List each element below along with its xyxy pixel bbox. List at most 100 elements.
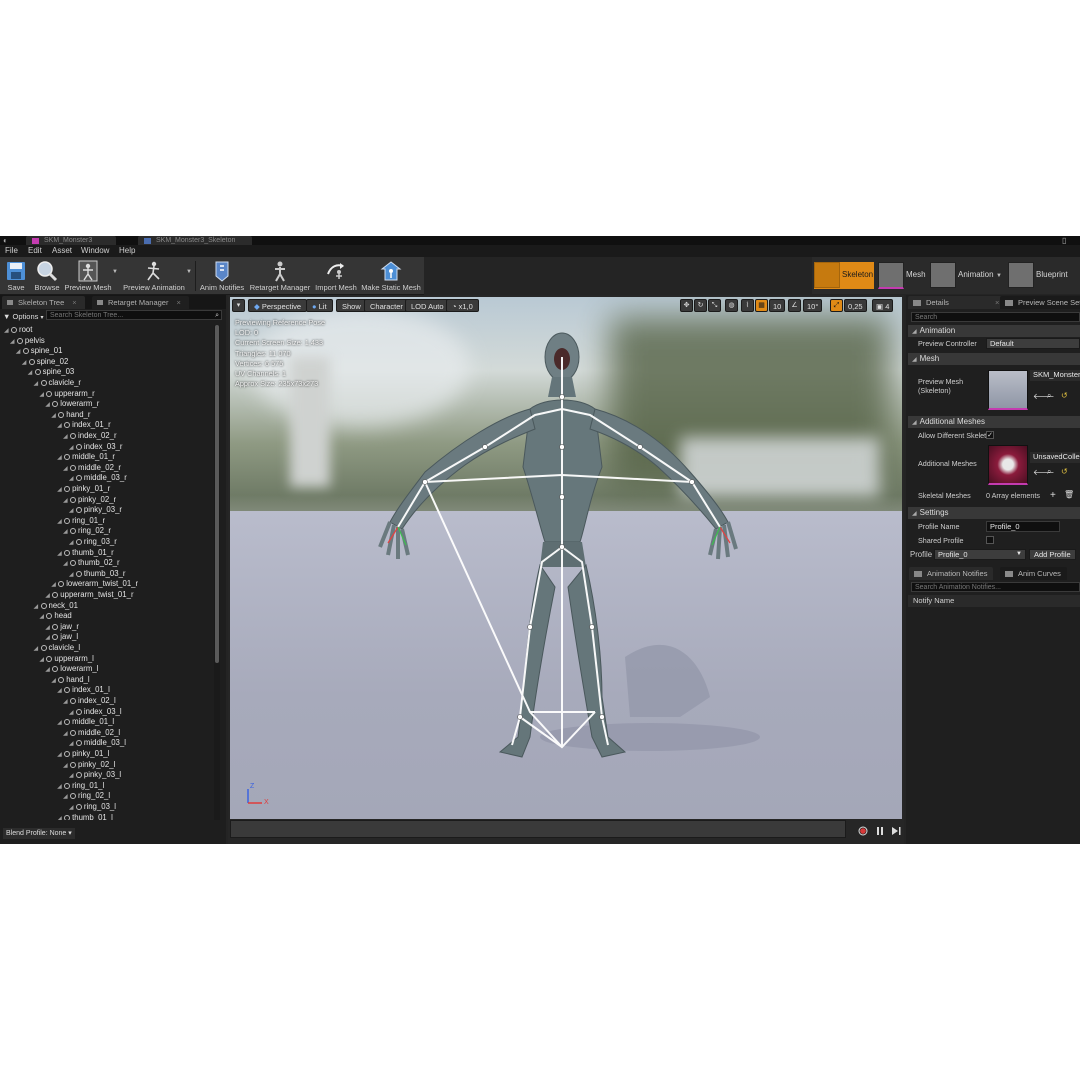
bone-row-root[interactable]: ◢ root (4, 325, 32, 336)
tab-preview-scene-settings[interactable]: Preview Scene Sett (1000, 296, 1080, 309)
tab-details[interactable]: Details × (908, 296, 1006, 309)
bone-row-ring_02_l[interactable]: ◢ ring_02_l (63, 791, 110, 802)
browse-button[interactable]: Browse (31, 257, 63, 294)
world-space-button[interactable]: ◍ (725, 299, 738, 312)
bone-row-upperarm_twist_01_r[interactable]: ◢ upperarm_twist_01_r (45, 590, 133, 601)
bone-row-thumb_01_l[interactable]: ◢ thumb_01_l (57, 813, 113, 820)
profile-name-input[interactable]: Profile_0 (986, 521, 1060, 532)
bone-row-thumb_01_r[interactable]: ◢ thumb_01_r (57, 548, 114, 559)
bone-row-middle_03_r[interactable]: ◢ middle_03_r (69, 473, 127, 484)
close-icon[interactable]: × (176, 298, 180, 307)
bone-row-ring_03_l[interactable]: ◢ ring_03_l (69, 802, 116, 813)
bone-row-spine_02[interactable]: ◢ spine_02 (22, 357, 69, 368)
surface-snap-button[interactable]: ⌇ (741, 299, 754, 312)
bone-row-index_02_r[interactable]: ◢ index_02_r (63, 431, 117, 442)
scale-tool-button[interactable]: ⤡ (708, 299, 721, 312)
bone-row-ring_01_l[interactable]: ◢ ring_01_l (57, 781, 104, 792)
record-icon[interactable] (858, 826, 868, 836)
bone-row-index_03_r[interactable]: ◢ index_03_r (69, 442, 123, 453)
translate-tool-button[interactable]: ✥ (680, 299, 693, 312)
rotation-snap-value[interactable]: 10° (803, 299, 823, 312)
lit-button[interactable]: ● Lit (306, 299, 333, 312)
expand-arrow-icon[interactable]: ◢ (57, 814, 64, 820)
make-static-mesh-button[interactable]: Make Static Mesh (360, 257, 422, 294)
add-profile-button[interactable]: Add Profile (1029, 549, 1076, 560)
bone-row-thumb_03_r[interactable]: ◢ thumb_03_r (69, 569, 126, 580)
preview-viewport[interactable]: Previewing Reference Pose LOD: 0 Current… (228, 295, 904, 844)
menu-help[interactable]: Help (119, 245, 135, 257)
bone-row-upperarm_r[interactable]: ◢ upperarm_r (39, 389, 94, 400)
preview-mesh-button[interactable]: Preview Mesh (64, 257, 112, 294)
mode-animation[interactable]: Animation (930, 262, 1006, 289)
additional-meshes-thumbnail[interactable] (988, 445, 1028, 485)
mode-blueprint[interactable]: Blueprint (1008, 262, 1074, 289)
preview-animation-dropdown-icon[interactable]: ▼ (186, 269, 192, 275)
options-dropdown[interactable]: ▼ Options ▾ (3, 312, 44, 321)
allow-different-skeletons-checkbox[interactable]: ✓ (986, 431, 994, 439)
play-forward-icon[interactable] (891, 826, 901, 836)
tree-scrollbar[interactable] (214, 325, 220, 820)
bone-row-jaw_l[interactable]: ◢ jaw_l (45, 632, 78, 643)
lod-button[interactable]: LOD Auto (405, 299, 450, 312)
bone-row-middle_01_l[interactable]: ◢ middle_01_l (57, 717, 114, 728)
close-icon[interactable]: × (72, 298, 76, 307)
bone-row-spine_03[interactable]: ◢ spine_03 (28, 367, 75, 378)
browse-asset-icon[interactable]: ⌕ (1047, 467, 1051, 477)
bone-row-hand_r[interactable]: ◢ hand_r (51, 410, 90, 421)
bone-row-index_01_r[interactable]: ◢ index_01_r (57, 420, 111, 431)
character-model[interactable] (230, 297, 902, 819)
bone-row-ring_01_r[interactable]: ◢ ring_01_r (57, 516, 105, 527)
bone-row-index_03_l[interactable]: ◢ index_03_l (69, 707, 122, 718)
profile-dropdown[interactable]: Profile_0 ▼ (934, 549, 1026, 560)
rotate-tool-button[interactable]: ↻ (694, 299, 707, 312)
document-tab-skeleton[interactable]: SKM_Monster3_Skeleton (138, 236, 252, 245)
camera-speed-button[interactable]: ▣ 4 (872, 299, 894, 312)
menu-window[interactable]: Window (81, 245, 109, 257)
preview-animation-button[interactable]: Preview Animation (122, 257, 186, 294)
perspective-button[interactable]: ◆ Perspective (248, 299, 308, 312)
details-search-input[interactable]: Search (911, 312, 1080, 322)
preview-mesh-thumbnail[interactable] (988, 370, 1028, 410)
viewport-options-button[interactable]: ▾ (232, 299, 245, 312)
tab-retarget-manager[interactable]: Retarget Manager × (92, 296, 189, 309)
trash-icon[interactable]: 🗑 (1064, 490, 1074, 499)
bone-row-jaw_r[interactable]: ◢ jaw_r (45, 622, 79, 633)
notifies-search-input[interactable]: Search Animation Notifies... (911, 582, 1080, 592)
section-additional-meshes[interactable]: ◢ Additional Meshes (908, 416, 1080, 428)
reset-icon[interactable]: ↺ (1061, 391, 1068, 400)
grid-snap-toggle[interactable]: ▦ (755, 299, 768, 312)
retarget-manager-button[interactable]: Retarget Manager (248, 257, 312, 294)
bone-row-hand_l[interactable]: ◢ hand_l (51, 675, 89, 686)
bone-row-pelvis[interactable]: ◢ pelvis (10, 336, 45, 347)
close-icon[interactable]: × (995, 298, 999, 307)
menu-edit[interactable]: Edit (28, 245, 42, 257)
bone-row-thumb_02_r[interactable]: ◢ thumb_02_r (63, 558, 120, 569)
menu-file[interactable]: File (5, 245, 18, 257)
save-button[interactable]: Save (2, 257, 30, 294)
section-mesh[interactable]: ◢ Mesh (908, 353, 1080, 365)
bone-row-pinky_03_r[interactable]: ◢ pinky_03_r (69, 505, 122, 516)
show-button[interactable]: Show (336, 299, 367, 312)
add-element-icon[interactable]: + (1050, 490, 1056, 501)
browse-asset-icon[interactable]: ⌕ (1047, 391, 1051, 401)
mode-skeleton[interactable]: Skeleton (814, 262, 874, 289)
bone-row-middle_02_l[interactable]: ◢ middle_02_l (63, 728, 120, 739)
anim-notifies-button[interactable]: Anim Notifies (199, 257, 245, 294)
bone-row-clavicle_l[interactable]: ◢ clavicle_l (34, 643, 81, 654)
tab-animation-notifies[interactable]: Animation Notifies (909, 567, 994, 580)
restore-window-button[interactable]: ▯ (1062, 236, 1066, 245)
bone-row-pinky_02_r[interactable]: ◢ pinky_02_r (63, 495, 116, 506)
bone-row-neck_01[interactable]: ◢ neck_01 (34, 601, 78, 612)
bone-row-lowerarm_r[interactable]: ◢ lowerarm_r (45, 399, 99, 410)
bone-row-upperarm_l[interactable]: ◢ upperarm_l (39, 654, 93, 665)
mode-mesh[interactable]: Mesh (878, 262, 928, 289)
tab-skeleton-tree[interactable]: Skeleton Tree × (2, 296, 85, 309)
animation-timeline[interactable] (230, 820, 846, 838)
pause-icon[interactable] (875, 826, 885, 836)
bone-row-middle_01_r[interactable]: ◢ middle_01_r (57, 452, 115, 463)
tab-anim-curves[interactable]: Anim Curves (1000, 567, 1067, 580)
reset-icon[interactable]: ↺ (1061, 467, 1068, 476)
menu-asset[interactable]: Asset (52, 245, 72, 257)
notify-name-column-header[interactable]: Notify Name (908, 595, 1080, 607)
bone-row-lowerarm_twist_01_r[interactable]: ◢ lowerarm_twist_01_r (51, 579, 138, 590)
